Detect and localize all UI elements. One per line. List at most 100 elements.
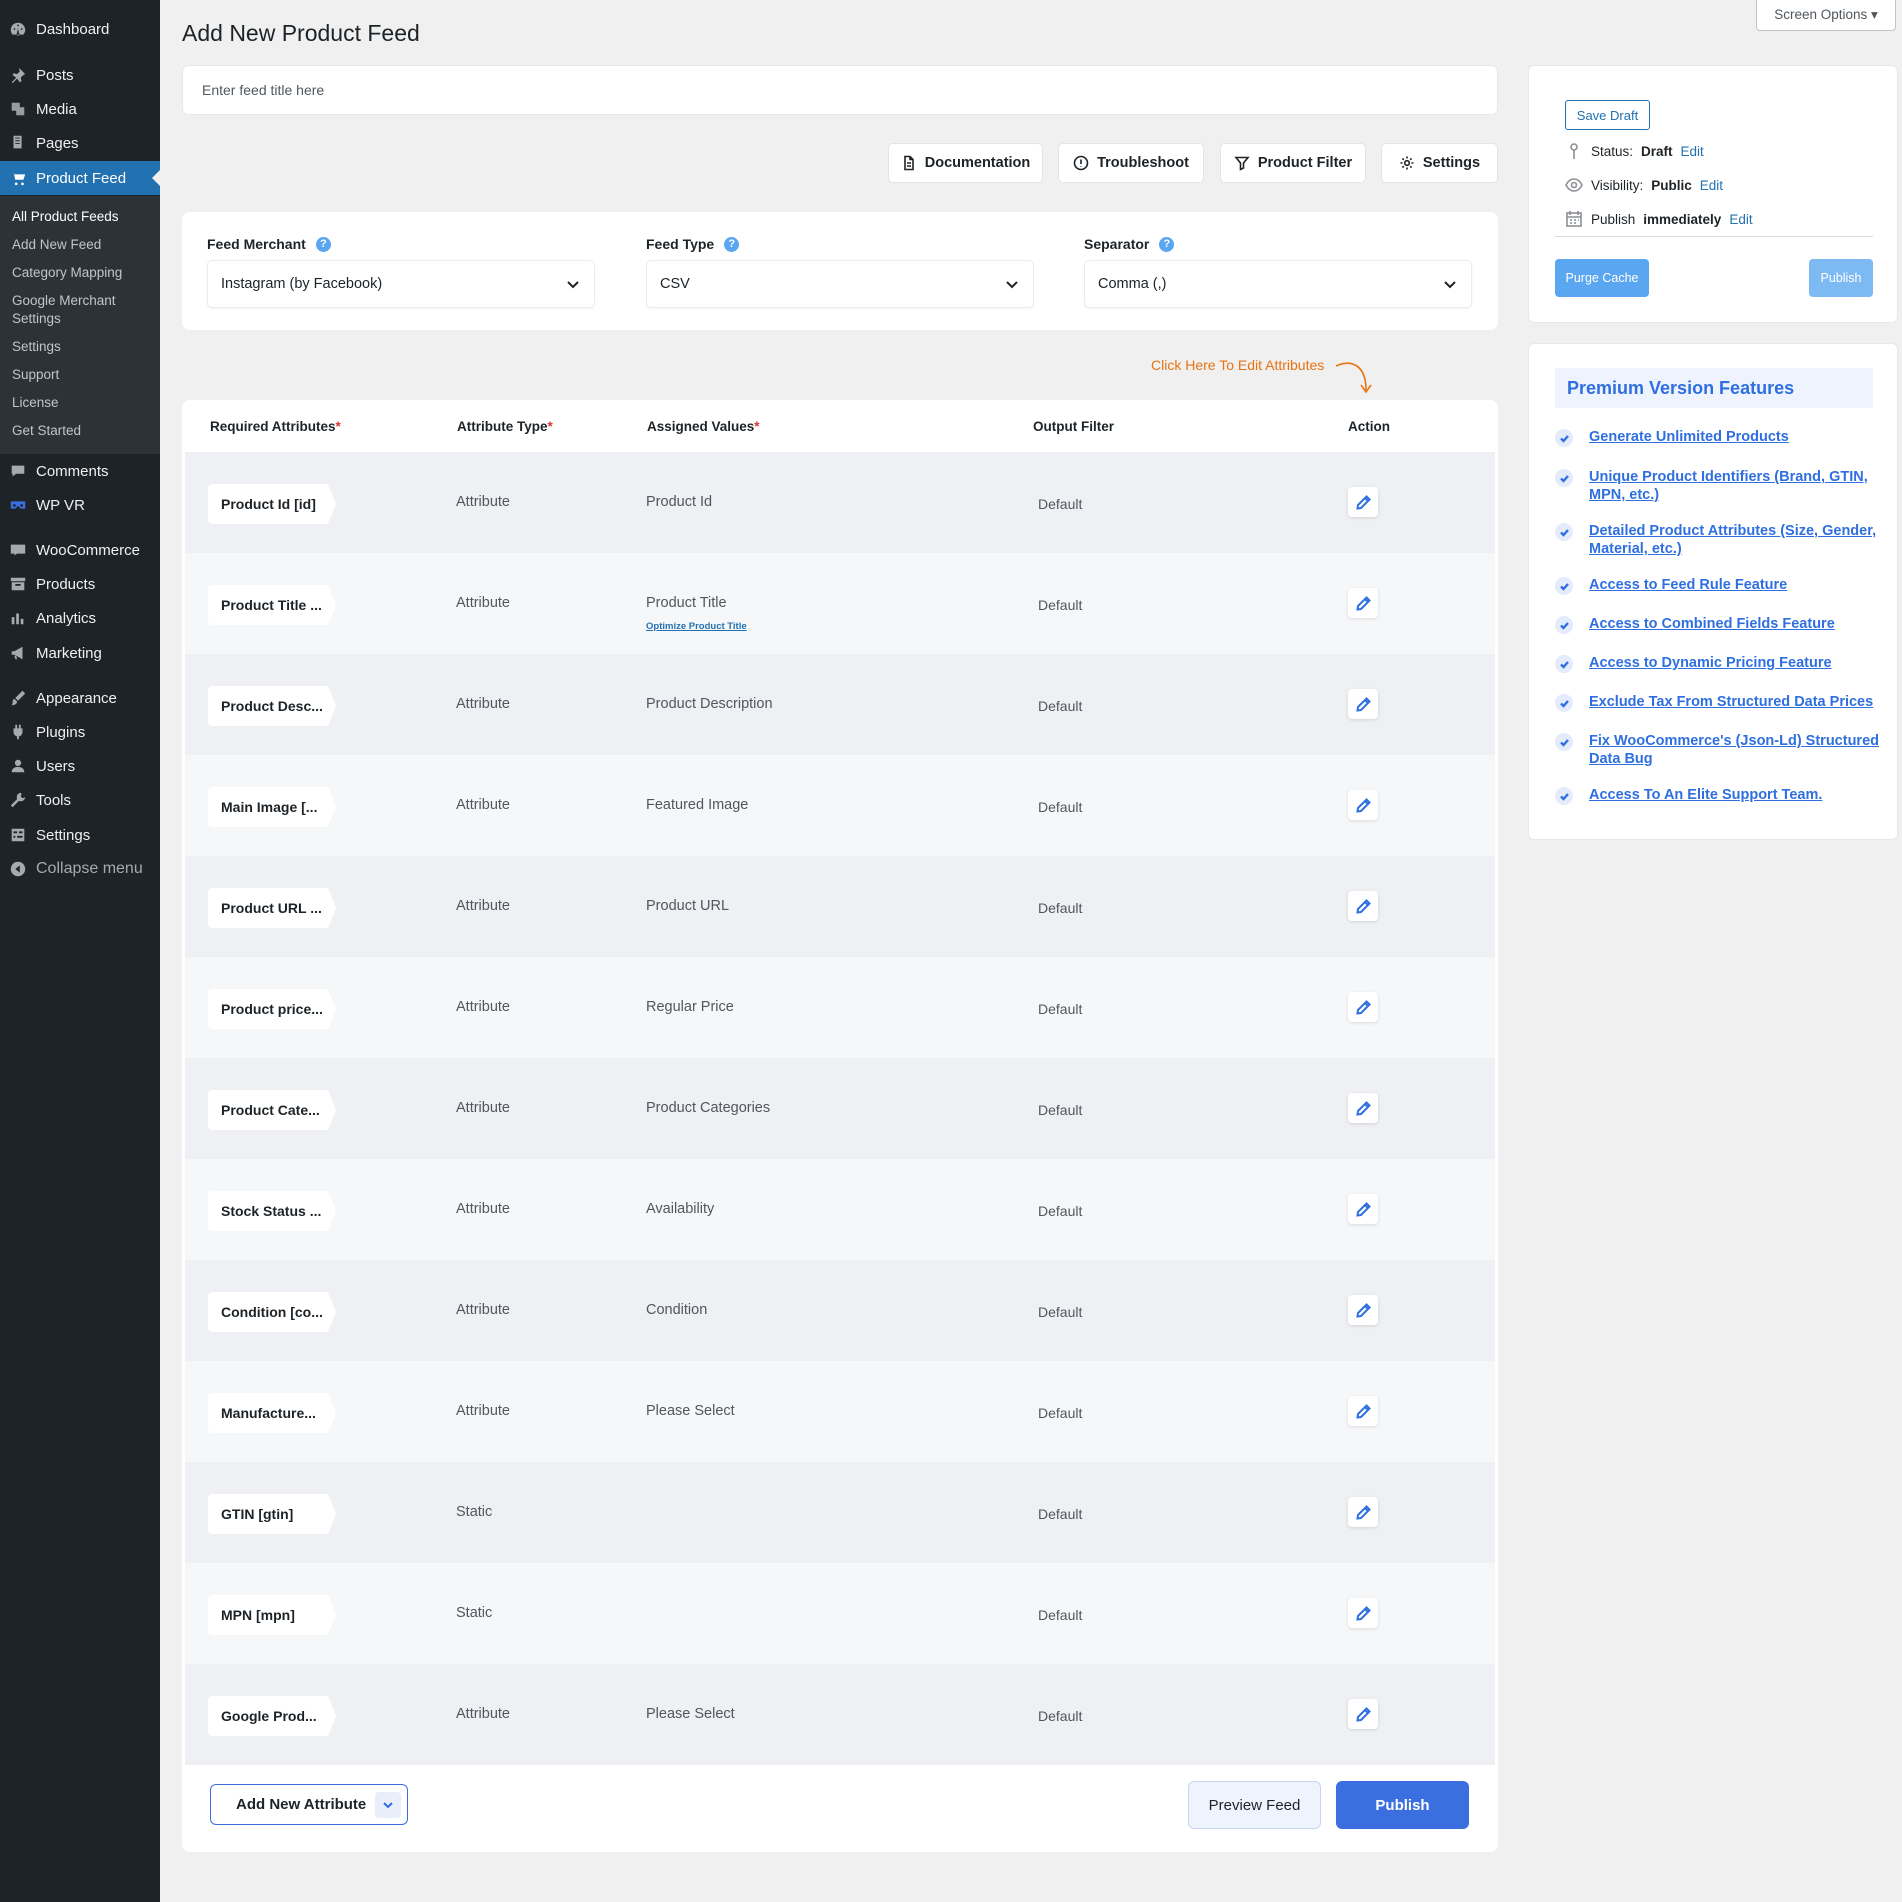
submenu-google-merchant-settings[interactable]: Google Merchant Settings (12, 292, 152, 328)
assigned-value-cell[interactable]: Condition (646, 1302, 707, 1318)
edit-attribute-button[interactable] (1348, 992, 1378, 1022)
menu-tools[interactable]: Tools (0, 783, 160, 817)
menu-marketing[interactable]: Marketing (0, 636, 160, 670)
help-icon[interactable]: ? (724, 236, 740, 252)
feed-type-select[interactable]: CSV (646, 260, 1034, 308)
submenu-add-new-feed[interactable]: Add New Feed (12, 236, 152, 254)
menu-posts[interactable]: Posts (0, 58, 160, 92)
add-attribute-dropdown-toggle[interactable] (375, 1792, 401, 1818)
menu-media[interactable]: Media (0, 92, 160, 126)
attribute-chip[interactable]: Product price... (208, 989, 328, 1029)
assigned-value-cell[interactable]: Product Description (646, 696, 773, 712)
edit-attribute-button[interactable] (1348, 1295, 1378, 1325)
output-filter-cell[interactable]: Default (1038, 1203, 1082, 1219)
edit-attribute-button[interactable] (1348, 891, 1378, 921)
attribute-type-cell[interactable]: Attribute (456, 494, 510, 510)
preview-feed-button[interactable]: Preview Feed (1188, 1781, 1321, 1829)
edit-attribute-button[interactable] (1348, 487, 1378, 517)
sidebar-publish-button[interactable]: Publish (1809, 259, 1873, 297)
menu-woocommerce[interactable]: WooCommerce (0, 533, 160, 567)
premium-feature-link[interactable]: Exclude Tax From Structured Data Prices (1589, 693, 1873, 711)
edit-attribute-button[interactable] (1348, 1699, 1378, 1729)
premium-feature-link[interactable]: Fix WooCommerce's (Json-Ld) Structured D… (1589, 732, 1885, 768)
attribute-chip[interactable]: MPN [mpn] (208, 1595, 328, 1635)
output-filter-cell[interactable]: Default (1038, 1506, 1082, 1522)
edit-attribute-button[interactable] (1348, 790, 1378, 820)
edit-attribute-button[interactable] (1348, 1396, 1378, 1426)
premium-feature-link[interactable]: Access to Combined Fields Feature (1589, 615, 1835, 633)
help-icon[interactable]: ? (1159, 236, 1175, 252)
submenu-settings[interactable]: Settings (12, 338, 152, 356)
add-new-attribute-button[interactable]: Add New Attribute (210, 1784, 408, 1825)
feed-merchant-select[interactable]: Instagram (by Facebook) (207, 260, 595, 308)
help-icon[interactable]: ? (315, 236, 331, 252)
output-filter-cell[interactable]: Default (1038, 597, 1082, 613)
assigned-value-cell[interactable]: Product URL (646, 898, 729, 914)
troubleshoot-button[interactable]: Troubleshoot (1058, 143, 1204, 183)
output-filter-cell[interactable]: Default (1038, 1708, 1082, 1724)
submenu-license[interactable]: License (12, 394, 152, 412)
assigned-value-cell[interactable]: Availability (646, 1201, 714, 1217)
premium-feature-link[interactable]: Access to Dynamic Pricing Feature (1589, 654, 1832, 672)
menu-plugins[interactable]: Plugins (0, 715, 160, 749)
assigned-value-cell[interactable]: Regular Price (646, 999, 734, 1015)
assigned-value-cell[interactable]: Product Title (646, 595, 727, 611)
output-filter-cell[interactable]: Default (1038, 1102, 1082, 1118)
attribute-chip[interactable]: Condition [co... (208, 1292, 328, 1332)
premium-feature-link[interactable]: Generate Unlimited Products (1589, 428, 1789, 446)
assigned-value-cell[interactable]: Product Categories (646, 1100, 770, 1116)
attribute-chip[interactable]: Product Desc... (208, 686, 328, 726)
output-filter-cell[interactable]: Default (1038, 1607, 1082, 1623)
menu-product-feed[interactable]: Product Feed (0, 161, 160, 195)
output-filter-cell[interactable]: Default (1038, 1001, 1082, 1017)
edit-attribute-button[interactable] (1348, 588, 1378, 618)
assigned-value-cell[interactable]: Please Select (646, 1706, 735, 1722)
attribute-type-cell[interactable]: Static (456, 1605, 492, 1621)
attribute-type-cell[interactable]: Attribute (456, 696, 510, 712)
attribute-chip[interactable]: Stock Status ... (208, 1191, 328, 1231)
assigned-value-cell[interactable]: Featured Image (646, 797, 748, 813)
attribute-chip[interactable]: Google Prod... (208, 1696, 328, 1736)
purge-cache-button[interactable]: Purge Cache (1555, 259, 1649, 297)
output-filter-cell[interactable]: Default (1038, 698, 1082, 714)
premium-feature-link[interactable]: Access to Feed Rule Feature (1589, 576, 1787, 594)
output-filter-cell[interactable]: Default (1038, 900, 1082, 916)
attribute-type-cell[interactable]: Static (456, 1504, 492, 1520)
publish-button[interactable]: Publish (1336, 1781, 1469, 1829)
attribute-chip[interactable]: GTIN [gtin] (208, 1494, 328, 1534)
documentation-button[interactable]: Documentation (888, 143, 1043, 183)
status-edit-link[interactable]: Edit (1681, 144, 1704, 159)
attribute-chip[interactable]: Product Cate... (208, 1090, 328, 1130)
output-filter-cell[interactable]: Default (1038, 1405, 1082, 1421)
attribute-chip[interactable]: Product Title ... (208, 585, 328, 625)
attribute-type-cell[interactable]: Attribute (456, 1706, 510, 1722)
feed-title-input[interactable]: Enter feed title here (182, 65, 1498, 115)
submenu-support[interactable]: Support (12, 366, 152, 384)
attribute-type-cell[interactable]: Attribute (456, 595, 510, 611)
premium-feature-link[interactable]: Detailed Product Attributes (Size, Gende… (1589, 522, 1885, 558)
menu-comments[interactable]: Comments (0, 454, 160, 488)
submenu-all-product-feeds[interactable]: All Product Feeds (12, 208, 152, 226)
submenu-category-mapping[interactable]: Category Mapping (12, 264, 152, 282)
attribute-chip[interactable]: Product URL ... (208, 888, 328, 928)
edit-attribute-button[interactable] (1348, 1093, 1378, 1123)
product-filter-button[interactable]: Product Filter (1220, 143, 1366, 183)
visibility-edit-link[interactable]: Edit (1700, 178, 1723, 193)
menu-analytics[interactable]: Analytics (0, 601, 160, 635)
menu-products[interactable]: Products (0, 567, 160, 601)
menu-settings[interactable]: Settings (0, 818, 160, 852)
attribute-type-cell[interactable]: Attribute (456, 999, 510, 1015)
edit-attribute-button[interactable] (1348, 1194, 1378, 1224)
attribute-type-cell[interactable]: Attribute (456, 1403, 510, 1419)
attribute-type-cell[interactable]: Attribute (456, 898, 510, 914)
edit-attribute-button[interactable] (1348, 1598, 1378, 1628)
assigned-value-cell[interactable]: Product Id (646, 494, 712, 510)
output-filter-cell[interactable]: Default (1038, 799, 1082, 815)
menu-appearance[interactable]: Appearance (0, 681, 160, 715)
output-filter-cell[interactable]: Default (1038, 1304, 1082, 1320)
attribute-type-cell[interactable]: Attribute (456, 1100, 510, 1116)
menu-dashboard[interactable]: Dashboard (0, 12, 160, 46)
menu-users[interactable]: Users (0, 749, 160, 783)
attribute-chip[interactable]: Manufacture... (208, 1393, 328, 1433)
menu-pages[interactable]: Pages (0, 126, 160, 160)
